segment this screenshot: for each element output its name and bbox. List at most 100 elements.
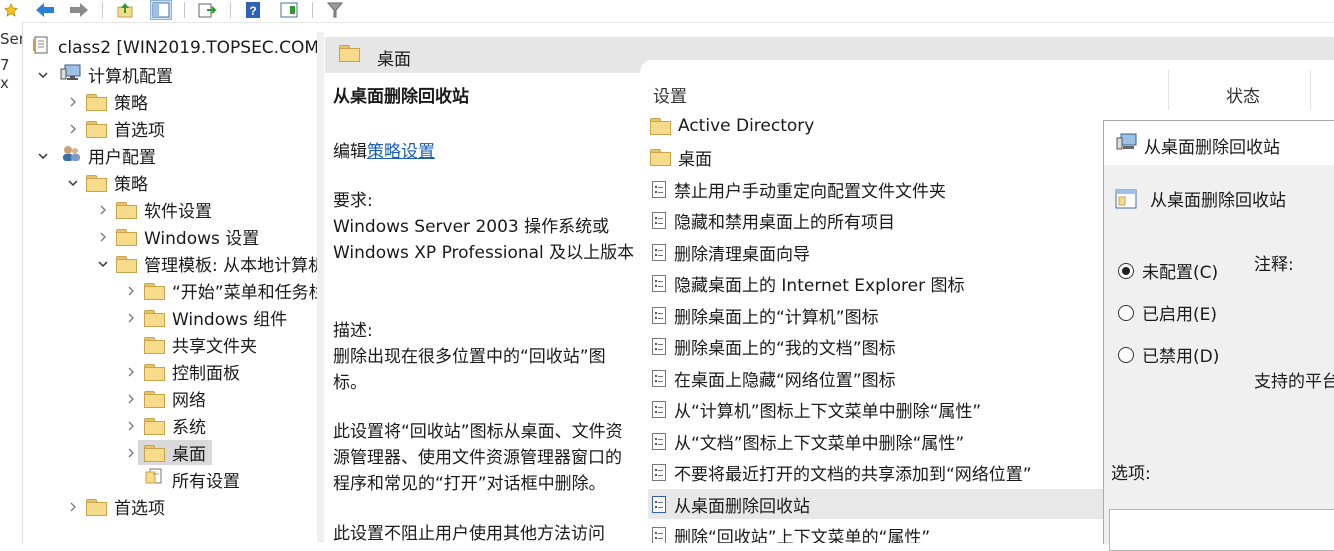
chevron-right-icon[interactable]: [96, 203, 110, 217]
tree-item-label: 网络: [172, 391, 206, 411]
radio-unchecked-icon[interactable]: [1118, 346, 1134, 363]
desc-text: 删除出现在很多位置中的“回收站”图标。: [333, 347, 606, 393]
chevron-right-icon[interactable]: [124, 419, 138, 433]
policy-setting-icon: [652, 463, 666, 481]
folder-icon: [144, 417, 165, 435]
list-item-selected[interactable]: 从桌面删除回收站: [648, 489, 1108, 519]
properties-icon[interactable]: [278, 0, 300, 20]
chevron-down-icon[interactable]: [36, 68, 50, 82]
list-item[interactable]: 隐藏和禁用桌面上的所有项目: [648, 205, 1108, 235]
tree-item-user-config[interactable]: 用户配置: [36, 142, 156, 169]
chevron-down-icon[interactable]: [96, 257, 110, 271]
tree-item-windows-settings[interactable]: Windows 设置: [96, 223, 259, 250]
list-item[interactable]: 从“文档”图标上下文菜单中删除“属性”: [648, 426, 1108, 456]
left-edge-fragment: Ser 7 x: [0, 22, 22, 543]
up-folder-icon[interactable]: [114, 0, 136, 20]
list-item-label: 从“计算机”图标上下文菜单中删除“属性”: [674, 401, 982, 422]
filter-icon[interactable]: [324, 0, 346, 20]
computer-icon: [60, 63, 82, 86]
tree-item-user-preferences[interactable]: 首选项: [66, 493, 165, 520]
tree-item-start-menu[interactable]: “开始”菜单和任务栏: [124, 277, 317, 304]
chevron-right-icon[interactable]: [66, 122, 80, 136]
list-item[interactable]: 禁止用户手动重定向配置文件文件夹: [648, 174, 1108, 204]
tree-item-network[interactable]: 网络: [124, 385, 206, 412]
desc-paragraph-3: 此设置将“回收站”图标从桌面、文件资源管理器、使用文件资源管理器窗口的程序和常见…: [333, 422, 623, 494]
list-item[interactable]: 删除清理桌面向导: [648, 237, 1108, 267]
desc-req-text: Windows Server 2003 操作系统或 Windows XP Pro…: [333, 217, 635, 263]
chevron-right-icon[interactable]: [66, 500, 80, 514]
tree-item-windows-components[interactable]: Windows 组件: [124, 304, 287, 331]
tree-item-system[interactable]: 系统: [124, 412, 206, 439]
tree-item-label: 共享文件夹: [172, 337, 257, 357]
radio-unchecked-icon[interactable]: [1118, 304, 1134, 321]
tree-item-software-settings[interactable]: 软件设置: [96, 196, 212, 223]
list-item[interactable]: 在桌面上隐藏“网络位置”图标: [648, 363, 1108, 393]
folder-icon: [144, 309, 165, 327]
folder-icon: [144, 282, 165, 300]
radio-checked-icon[interactable]: [1118, 262, 1134, 279]
list-item-desktop-folder[interactable]: 桌面: [648, 142, 1108, 172]
users-icon: [60, 144, 82, 167]
dialog-titlebar[interactable]: 从桌面删除回收站: [1104, 121, 1334, 165]
chevron-right-icon[interactable]: [66, 95, 80, 109]
tree-item-all-settings[interactable]: 所有设置: [124, 466, 240, 493]
folder-icon: [86, 93, 107, 111]
left-fragment-2: 7 x: [0, 56, 10, 92]
tree-root[interactable]: class2 [WIN2019.TOPSEC.COM: [32, 34, 317, 61]
list-item[interactable]: 删除桌面上的“我的文档”图标: [648, 331, 1108, 361]
chevron-right-icon[interactable]: [124, 446, 138, 460]
chevron-right-icon[interactable]: [124, 365, 138, 379]
radio-enabled[interactable]: 已启用(E): [1118, 300, 1217, 325]
tree-item-computer-preferences[interactable]: 首选项: [66, 115, 165, 142]
tree-item-user-policy[interactable]: 策略: [66, 169, 148, 196]
list-item[interactable]: 删除桌面上的“计算机”图标: [648, 300, 1108, 330]
chevron-right-icon[interactable]: [124, 284, 138, 298]
chevron-down-icon[interactable]: [36, 149, 50, 163]
policy-dialog: 从桌面删除回收站 从桌面删除回收站 未配置(C) 已启用(E) 已禁用(D) 注…: [1103, 120, 1334, 551]
tree-item-label: Windows 组件: [172, 310, 288, 330]
forward-arrow-icon[interactable]: [68, 0, 90, 20]
tree-item-shared-folders[interactable]: 共享文件夹: [124, 331, 257, 358]
list-item[interactable]: 不要将最近打开的文档的共享添加到“网络位置”: [648, 457, 1108, 487]
policy-setting-icon: [652, 495, 666, 513]
tree-item-admin-templates[interactable]: 管理模板: 从本地计算机: [96, 250, 317, 277]
folder-icon: [116, 255, 137, 273]
tree-item-label: 首选项: [114, 499, 165, 519]
policy-setting-icon: [652, 369, 666, 387]
list-item-label: 从“文档”图标上下文菜单中删除“属性”: [674, 433, 965, 454]
help-icon[interactable]: ?: [242, 0, 264, 20]
export-list-icon[interactable]: [196, 0, 218, 20]
tree-item-computer-policy[interactable]: 策略: [66, 88, 148, 115]
back-arrow-icon[interactable]: [34, 0, 56, 20]
column-header-state[interactable]: 状态: [1226, 82, 1260, 107]
list-item[interactable]: 隐藏桌面上的 Internet Explorer 图标: [648, 268, 1108, 298]
policy-setting-icon: [652, 526, 666, 543]
list-item-label: 删除桌面上的“我的文档”图标: [674, 338, 896, 359]
list-item[interactable]: 删除“回收站”上下文菜单的“属性”: [648, 520, 1108, 543]
list-item-label: 删除清理桌面向导: [674, 244, 810, 265]
chevron-right-icon[interactable]: [124, 392, 138, 406]
list-item[interactable]: 从“计算机”图标上下文菜单中删除“属性”: [648, 394, 1108, 424]
tree-item-desktop[interactable]: 桌面: [124, 439, 212, 466]
tree-item-control-panel[interactable]: 控制面板: [124, 358, 240, 385]
list-item-label: 删除“回收站”上下文菜单的“属性”: [674, 527, 931, 544]
folder-icon: [650, 118, 671, 135]
chevron-right-icon[interactable]: [96, 230, 110, 244]
policy-setting-icon: [652, 306, 666, 324]
list-item-label: 桌面: [678, 149, 712, 170]
policy-setting-icon: [1114, 187, 1138, 216]
chevron-down-icon[interactable]: [66, 176, 80, 190]
show-hide-tree-icon[interactable]: [150, 0, 172, 20]
column-header-setting[interactable]: 设置: [653, 82, 687, 107]
tree-item-computer-config[interactable]: 计算机配置: [36, 61, 173, 88]
policy-setting-icon: [652, 243, 666, 261]
list-item-active-directory[interactable]: Active Directory: [648, 111, 1108, 141]
chevron-right-icon[interactable]: [124, 311, 138, 325]
content-header-title: 桌面: [377, 50, 411, 70]
folder-icon: [86, 120, 107, 138]
desc-title: 从桌面删除回收站: [333, 87, 469, 107]
radio-not-configured[interactable]: 未配置(C): [1118, 258, 1218, 283]
policy-settings-link[interactable]: 策略设置: [367, 142, 435, 162]
radio-disabled[interactable]: 已禁用(D): [1118, 342, 1219, 367]
tree-splitter[interactable]: [317, 32, 324, 543]
